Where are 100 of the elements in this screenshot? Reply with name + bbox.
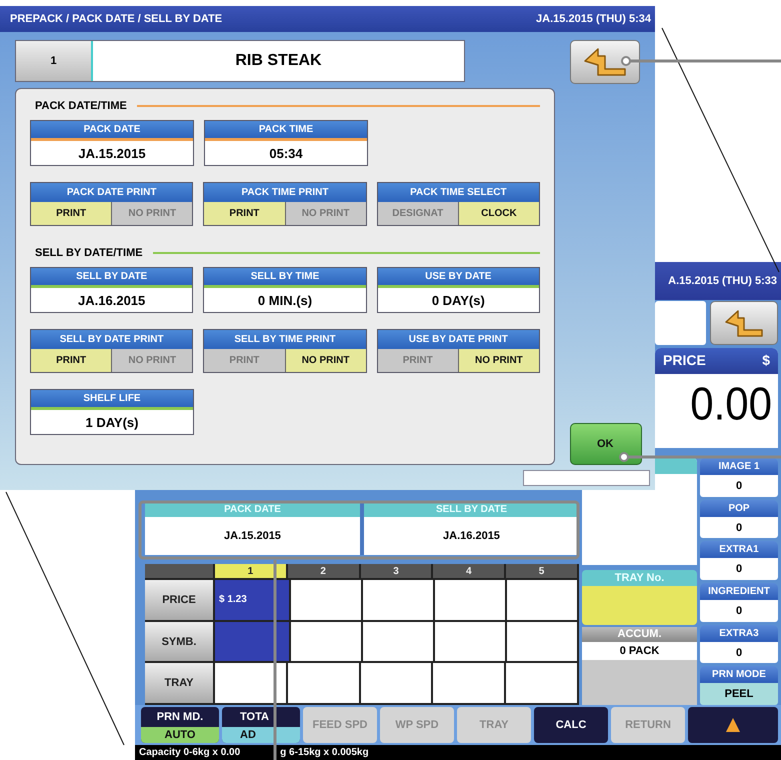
- table-cell: [363, 580, 433, 620]
- side-key-label: EXTRA3: [700, 624, 778, 642]
- toggle-label: USE BY DATE PRINT: [378, 330, 539, 349]
- item-name: RIB STEAK: [93, 41, 464, 81]
- side-key[interactable]: IMAGE 1 0: [700, 458, 778, 497]
- table-cell: [360, 663, 432, 704]
- date-time: JA.15.2015 (THU) 5:34: [536, 13, 651, 25]
- status-text: Capacity 0-6kg x 0.00: [139, 747, 240, 758]
- table-corner-cell: [145, 564, 213, 578]
- back-button[interactable]: [570, 40, 640, 84]
- field-value: 0 MIN.(s): [204, 288, 366, 312]
- field-value: JA.15.2015: [31, 141, 193, 165]
- table-cell: [433, 663, 504, 704]
- value-field[interactable]: SHELF LIFE 1 DAY(s): [30, 389, 194, 435]
- table-cell: [291, 580, 361, 620]
- toggle-label: SELL BY TIME PRINT: [204, 330, 366, 349]
- value-field[interactable]: USE BY DATE 0 DAY(s): [376, 267, 540, 313]
- side-key-label: EXTRA1: [700, 541, 778, 558]
- accum-label: ACCUM.: [582, 627, 697, 642]
- field-value: JA.16.2015: [31, 288, 192, 312]
- table-cell: [435, 580, 505, 620]
- table-cell: [507, 580, 577, 620]
- price-label: PRICE: [663, 352, 706, 370]
- mode-value: AUTO: [141, 727, 219, 743]
- mode-label: TOTA: [239, 710, 270, 725]
- side-key-value: 0: [700, 600, 778, 622]
- table-cell: [363, 622, 433, 662]
- table-cell: [435, 622, 505, 662]
- row-button[interactable]: TRAY: [145, 663, 213, 704]
- side-key-value: 0: [700, 475, 778, 497]
- field-value: 05:34: [205, 141, 367, 165]
- column-header[interactable]: 1: [215, 564, 286, 578]
- date-header: PACK DATE: [145, 503, 360, 517]
- table-cell: [288, 663, 359, 704]
- mode-label: PRN MD.: [156, 710, 204, 725]
- mode-button[interactable]: TOTA AD: [222, 707, 300, 743]
- row-button[interactable]: PRICE: [145, 580, 213, 620]
- toggle-label: SELL BY DATE PRINT: [31, 330, 192, 349]
- status-text: g 6-15kg x 0.005kg: [280, 747, 369, 758]
- field-value: 0 DAY(s): [378, 288, 539, 312]
- side-key[interactable]: INGREDIENT 0: [700, 583, 778, 622]
- table-cell: [506, 663, 577, 704]
- toggle-label: PACK DATE PRINT: [31, 183, 192, 202]
- field-label: SHELF LIFE: [31, 390, 193, 410]
- side-key[interactable]: PRN MODE PEEL: [700, 666, 778, 706]
- toggle-option[interactable]: PRINT: [31, 202, 112, 225]
- up-arrow-button[interactable]: ▲: [688, 707, 778, 743]
- date-value: JA.16.2015: [442, 529, 501, 544]
- section-heading: PACK DATE/TIME: [35, 100, 127, 112]
- field-label: PACK TIME: [205, 121, 367, 141]
- row-button[interactable]: SYMB.: [145, 622, 213, 662]
- accum-value: 0 PACK: [582, 642, 697, 660]
- toggle-option[interactable]: NO PRINT: [458, 349, 539, 372]
- toggle-label: PACK TIME PRINT: [204, 183, 366, 202]
- side-key[interactable]: EXTRA1 0: [700, 541, 778, 580]
- side-key[interactable]: POP 0: [700, 500, 778, 538]
- side-key-label: POP: [700, 500, 778, 517]
- toggle-option[interactable]: CLOCK: [458, 202, 539, 225]
- field-label: PACK DATE: [31, 121, 193, 141]
- date-header: SELL BY DATE: [364, 503, 579, 517]
- field-value: 1 DAY(s): [31, 410, 193, 434]
- field-label: SELL BY TIME: [204, 268, 366, 288]
- table-cell: [507, 622, 577, 662]
- field-label: SELL BY DATE: [31, 268, 192, 288]
- table-cell: [291, 622, 361, 662]
- value-field[interactable]: SELL BY DATE JA.16.2015: [30, 267, 194, 313]
- value-field[interactable]: PACK TIME 05:34: [204, 120, 368, 166]
- section-heading: SELL BY DATE/TIME: [35, 247, 143, 259]
- field-label: USE BY DATE: [378, 268, 539, 288]
- toggle-option[interactable]: PRINT: [204, 202, 286, 225]
- mode-button[interactable]: PRN MD. AUTO: [141, 707, 219, 743]
- column-header[interactable]: 5: [506, 564, 577, 578]
- side-key-value: 0: [700, 558, 778, 580]
- side-key[interactable]: EXTRA3 0: [700, 624, 778, 664]
- column-header[interactable]: 4: [433, 564, 504, 578]
- toggle-option[interactable]: PRINT: [31, 349, 112, 372]
- toggle-label: PACK TIME SELECT: [378, 183, 539, 202]
- side-key-value: PEEL: [700, 683, 778, 706]
- side-key-label: PRN MODE: [700, 666, 778, 684]
- side-key-label: INGREDIENT: [700, 583, 778, 600]
- date-time: A.15.2015 (THU) 5:33: [668, 275, 777, 287]
- value-field[interactable]: PACK DATE JA.15.2015: [30, 120, 194, 166]
- price-value: 0.00: [689, 376, 773, 432]
- side-key-value: 0: [700, 642, 778, 664]
- name-field: [655, 301, 706, 345]
- toggle-option[interactable]: NO PRINT: [286, 349, 366, 372]
- value-field[interactable]: SELL BY TIME 0 MIN.(s): [203, 267, 367, 313]
- tray-number-field[interactable]: [582, 586, 697, 625]
- function-key[interactable]: CALC: [534, 707, 608, 743]
- side-key-label: IMAGE 1: [700, 458, 778, 475]
- table-cell: $ 1.23: [215, 580, 289, 620]
- side-key-value: 0: [700, 516, 778, 538]
- column-header[interactable]: 2: [288, 564, 359, 578]
- column-header[interactable]: 3: [360, 564, 432, 578]
- currency-label: $: [762, 352, 770, 370]
- mode-value: AD: [222, 727, 300, 743]
- back-button[interactable]: [710, 301, 778, 345]
- item-number: 1: [16, 41, 93, 81]
- date-value: JA.15.2015: [223, 529, 282, 544]
- ok-button[interactable]: OK: [570, 423, 642, 465]
